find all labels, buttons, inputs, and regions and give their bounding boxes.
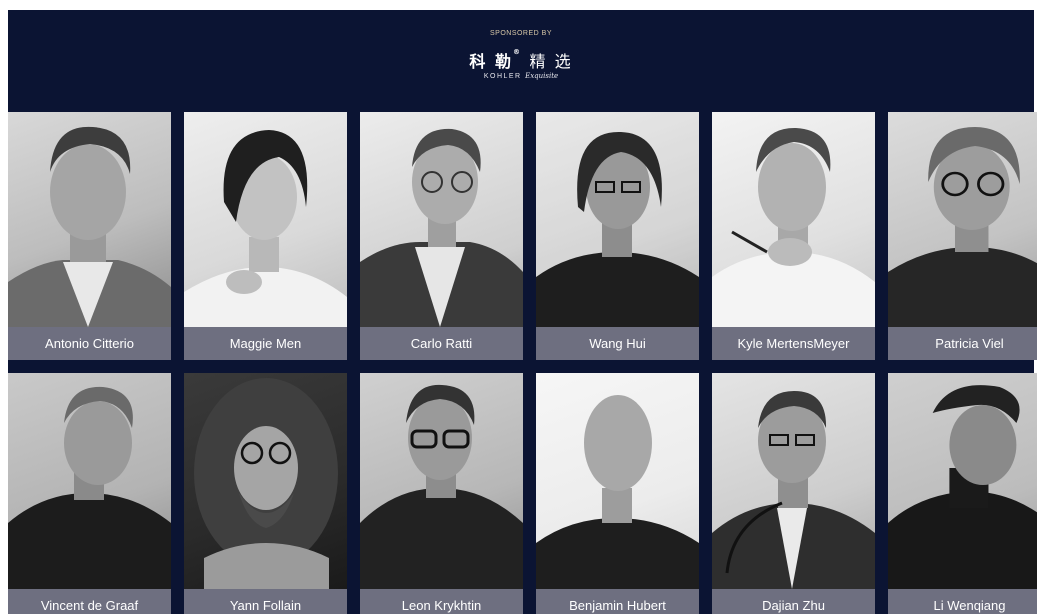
speaker-name: Antonio Citterio (8, 327, 171, 360)
speaker-card[interactable]: Wang Hui (536, 112, 699, 360)
portrait-silhouette (8, 126, 171, 327)
page: SPONSORED BY 科 勒® 精 选 KOHLER Exquisite A… (0, 0, 1037, 614)
speaker-name: Vincent de Graaf (8, 589, 171, 614)
speaker-name: Wang Hui (536, 327, 699, 360)
speaker-name: Kyle MertensMeyer (712, 327, 875, 360)
speaker-card[interactable]: Benjamin Hubert (536, 373, 699, 614)
speaker-name: Dajian Zhu (712, 589, 875, 614)
portrait-silhouette (888, 385, 1037, 589)
speaker-name: Patricia Viel (888, 327, 1037, 360)
speaker-name: Maggie Men (184, 327, 347, 360)
portrait-silhouette (194, 378, 338, 589)
speaker-card[interactable]: Maggie Men (184, 112, 347, 360)
speaker-name: Benjamin Hubert (536, 589, 699, 614)
speaker-portrait (536, 112, 699, 327)
speaker-portrait (712, 112, 875, 327)
speaker-name: Yann Follain (184, 589, 347, 614)
speaker-card[interactable]: Kyle MertensMeyer (712, 112, 875, 360)
speaker-card[interactable]: Yann Follain (184, 373, 347, 614)
portrait-silhouette (536, 395, 699, 589)
speaker-portrait (888, 112, 1037, 327)
speaker-card[interactable]: Dajian Zhu (712, 373, 875, 614)
speaker-card[interactable]: Li Wenqiang (888, 373, 1037, 614)
speaker-card[interactable]: Vincent de Graaf (8, 373, 171, 614)
portrait-silhouette (712, 127, 875, 327)
speaker-name: Li Wenqiang (888, 589, 1037, 614)
speaker-portrait (8, 112, 171, 327)
speaker-portrait (8, 373, 171, 589)
speaker-name: Carlo Ratti (360, 327, 523, 360)
speaker-card[interactable]: Carlo Ratti (360, 112, 523, 360)
portrait-silhouette (360, 128, 523, 327)
speaker-card[interactable]: Antonio Citterio (8, 112, 171, 360)
speaker-grid: Antonio Citterio Maggie Men Carlo Ratti … (0, 0, 1037, 614)
portrait-silhouette (184, 130, 347, 327)
portrait-silhouette (8, 386, 171, 589)
speaker-portrait (184, 112, 347, 327)
speaker-portrait (184, 373, 347, 589)
portrait-silhouette (888, 127, 1037, 327)
portrait-silhouette (360, 384, 523, 589)
speaker-card[interactable]: Leon Krykhtin (360, 373, 523, 614)
speaker-portrait (536, 373, 699, 589)
speaker-portrait (888, 373, 1037, 589)
portrait-silhouette (712, 391, 875, 589)
speaker-card[interactable]: Patricia Viel (888, 112, 1037, 360)
speaker-portrait (360, 112, 523, 327)
speaker-name: Leon Krykhtin (360, 589, 523, 614)
portrait-silhouette (536, 112, 699, 327)
speaker-portrait (360, 373, 523, 589)
speaker-portrait (712, 373, 875, 589)
